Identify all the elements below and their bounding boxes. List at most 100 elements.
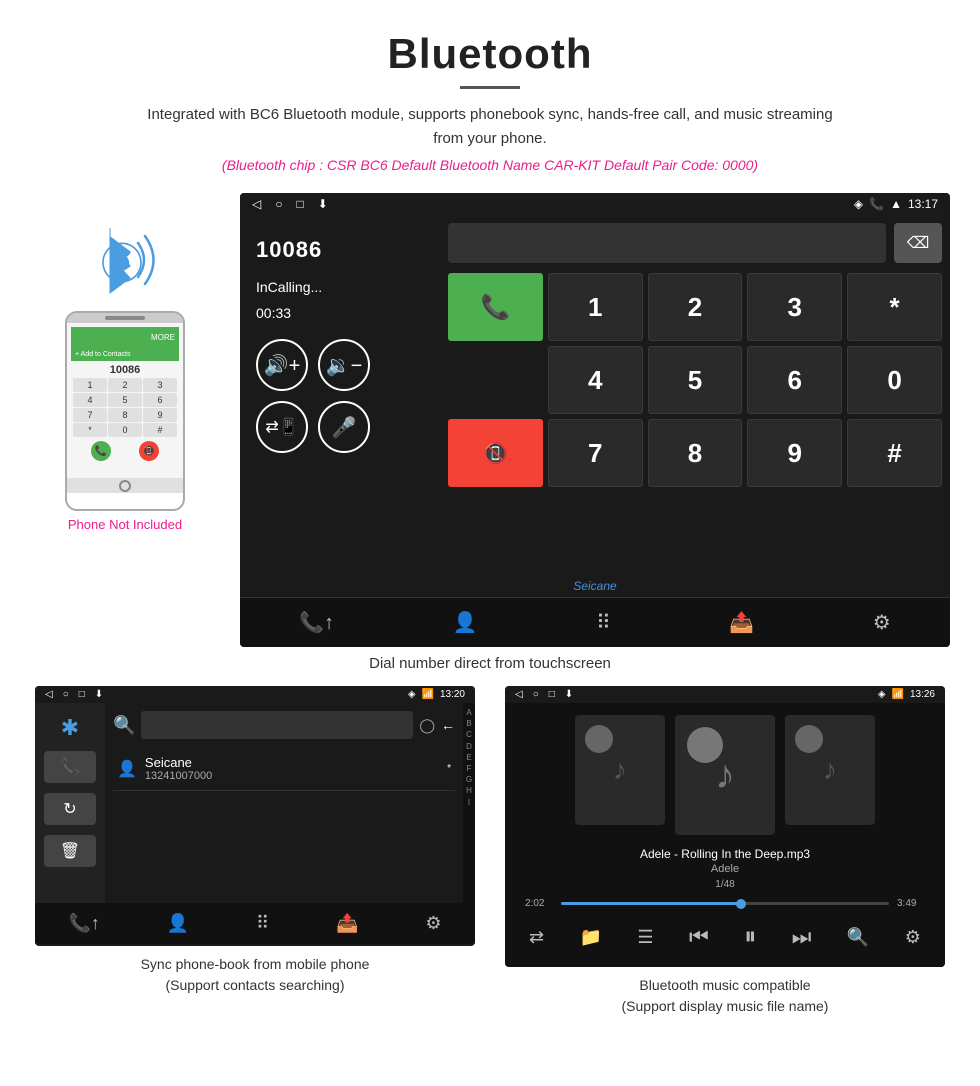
car-key-9[interactable]: 9	[747, 419, 842, 487]
car-square-icon: □	[296, 197, 303, 211]
phone-action-buttons: 📞 📵	[71, 437, 179, 465]
music-time: 13:26	[910, 689, 935, 700]
phone-add-contacts-text: + Add to Contacts	[75, 351, 130, 358]
music-folder-icon[interactable]: 📁	[580, 927, 602, 948]
pb-star-marker: *	[447, 763, 451, 774]
music-progress-fill	[561, 902, 741, 905]
music-prev-icon[interactable]: ⏮	[689, 924, 709, 950]
pb-delete-btn[interactable]: 🗑	[44, 835, 96, 867]
car-backspace-button[interactable]: ⌫	[894, 223, 942, 263]
music-progress-dot	[736, 899, 746, 909]
car-dial-left-panel: 10086 InCalling... 00:33 🔊+ 🔉− ⇄📱 🎤	[240, 215, 440, 575]
car-volume-up-button[interactable]: 🔊+	[256, 339, 308, 391]
car-transfer-button[interactable]: ⇄📱	[256, 401, 308, 453]
bluetooth-graphic: ⦿	[80, 223, 170, 303]
music-progress-bar[interactable]	[561, 902, 889, 905]
music-screen: ◁ ○ □ ⬇ ◈ 📶 13:26 ♪	[505, 686, 945, 967]
car-bottom-nav: 📞↑ 👤 ⠿ 📤 ⚙	[240, 597, 950, 647]
phone-illustration: ⦿ MORE + Add to Contacts	[30, 223, 220, 532]
pb-nav-contacts-icon[interactable]: 👤	[167, 913, 189, 934]
music-location-icon: ◈	[878, 689, 886, 700]
phone-screen-header: MORE	[71, 327, 179, 347]
music-caption: Bluetooth music compatible (Support disp…	[622, 975, 829, 1017]
music-status-bar: ◁ ○ □ ⬇ ◈ 📶 13:26	[505, 686, 945, 703]
pb-main-content: 🔍 ◯ ← 👤 Seicane 13241007000 *	[105, 703, 463, 903]
music-play-icon[interactable]: ⏸	[744, 923, 756, 951]
car-volume-down-button[interactable]: 🔉−	[318, 339, 370, 391]
car-wifi-icon: ▲	[890, 197, 902, 211]
phone-key-4: 4	[73, 393, 107, 407]
car-control-buttons: 🔊+ 🔉− ⇄📱 🎤	[256, 339, 370, 453]
car-nav-phone-icon[interactable]: 📞↑	[299, 610, 334, 635]
pb-refresh-btn[interactable]: ↻	[44, 793, 96, 825]
car-key-2[interactable]: 2	[648, 273, 743, 341]
music-album-row: ♪ ♪ ♪	[517, 715, 933, 835]
car-key-7[interactable]: 7	[548, 419, 643, 487]
page-title: Bluetooth	[20, 30, 960, 78]
music-disc-main	[687, 727, 723, 763]
pb-alpha-index: A B C D E F G H I	[463, 703, 475, 903]
pb-alpha-h: H	[466, 785, 472, 796]
pb-status-icons: ◈ 📶 13:20	[408, 689, 465, 700]
pb-left-sidebar: ✱ 📞 ↻ 🗑	[35, 703, 105, 903]
music-controls-row: ⇄ 📁 ☰ ⏮ ⏸ ⏭ 🔍 ⚙	[517, 919, 933, 955]
car-call-status: InCalling...	[256, 279, 322, 295]
bottom-section: ◁ ○ □ ⬇ ◈ 📶 13:20 ✱ 📞 ↻ 🗑	[0, 686, 980, 1017]
music-shuffle-icon[interactable]: ⇄	[529, 927, 544, 948]
car-nav-contacts-icon[interactable]: 👤	[453, 610, 478, 635]
pb-back-icon: ◁	[45, 689, 53, 700]
pb-nav-phone-icon[interactable]: 📞↑	[68, 913, 99, 934]
music-track-name: Adele - Rolling In the Deep.mp3	[517, 847, 933, 861]
pb-search-icon: 🔍	[113, 715, 135, 736]
pb-contact-avatar-icon: 👤	[117, 759, 137, 779]
car-mute-button[interactable]: 🎤	[318, 401, 370, 453]
pb-nav-transfer-icon[interactable]: 📤	[336, 913, 358, 934]
music-next-icon[interactable]: ⏭	[792, 924, 812, 950]
car-key-star[interactable]: *	[847, 273, 942, 341]
pb-call-icon: 📶	[422, 689, 434, 700]
car-nav-icons: ◁ ○ □ ⬇	[252, 197, 328, 211]
music-card: ◁ ○ □ ⬇ ◈ 📶 13:26 ♪	[490, 686, 960, 1017]
phone-call-button: 📞	[91, 441, 111, 461]
pb-nav-icons: ◁ ○ □ ⬇	[45, 689, 103, 700]
car-key-hash[interactable]: #	[847, 419, 942, 487]
car-status-bar: ◁ ○ □ ⬇ ◈ 📞 ▲ 13:17	[240, 193, 950, 215]
car-home-icon: ○	[275, 197, 282, 211]
car-key-8[interactable]: 8	[648, 419, 743, 487]
dial-caption: Dial number direct from touchscreen	[0, 647, 980, 686]
pb-back-arrow-icon: ←	[441, 717, 455, 733]
pb-call-btn[interactable]: 📞	[44, 751, 96, 783]
pb-alpha-f: F	[467, 763, 472, 774]
car-key-6[interactable]: 6	[747, 346, 842, 414]
car-nav-settings-icon[interactable]: ⚙	[873, 610, 891, 635]
header-description: Integrated with BC6 Bluetooth module, su…	[140, 103, 840, 151]
car-key-1[interactable]: 1	[548, 273, 643, 341]
pb-square-icon: □	[79, 689, 85, 700]
music-list-icon[interactable]: ☰	[637, 927, 653, 948]
bluetooth-symbol-icon: ⦿	[100, 228, 144, 292]
pb-bluetooth-icon: ✱	[61, 715, 79, 741]
car-number-input-field[interactable]	[448, 223, 886, 263]
pb-nav-keypad-icon[interactable]: ⠿	[256, 913, 269, 934]
phone-hangup-button: 📵	[139, 441, 159, 461]
car-call-timer: 00:33	[256, 305, 291, 321]
seicane-watermark: Seicane	[240, 575, 950, 597]
car-back-icon: ◁	[252, 197, 261, 211]
car-key-3[interactable]: 3	[747, 273, 842, 341]
phone-key-9: 9	[143, 408, 177, 422]
car-nav-transfer-icon[interactable]: 📤	[729, 610, 754, 635]
pb-nav-settings-icon[interactable]: ⚙	[425, 913, 441, 934]
music-search-icon[interactable]: 🔍	[847, 927, 869, 948]
car-key-0[interactable]: 0	[847, 346, 942, 414]
pb-search-bar[interactable]	[141, 711, 413, 739]
car-hangup-button[interactable]: 📵	[448, 419, 543, 487]
pb-contact-item[interactable]: 👤 Seicane 13241007000 *	[113, 747, 455, 791]
music-eq-icon[interactable]: ⚙	[905, 927, 921, 948]
car-key-5[interactable]: 5	[648, 346, 743, 414]
music-note-left-icon: ♪	[613, 754, 627, 786]
car-key-4[interactable]: 4	[548, 346, 643, 414]
car-nav-keypad-icon[interactable]: ⠿	[596, 610, 611, 635]
car-dial-screen: ◁ ○ □ ⬇ ◈ 📞 ▲ 13:17 10086 InCalling... 0…	[240, 193, 950, 647]
title-divider	[460, 86, 520, 89]
car-call-button[interactable]: 📞	[448, 273, 543, 341]
